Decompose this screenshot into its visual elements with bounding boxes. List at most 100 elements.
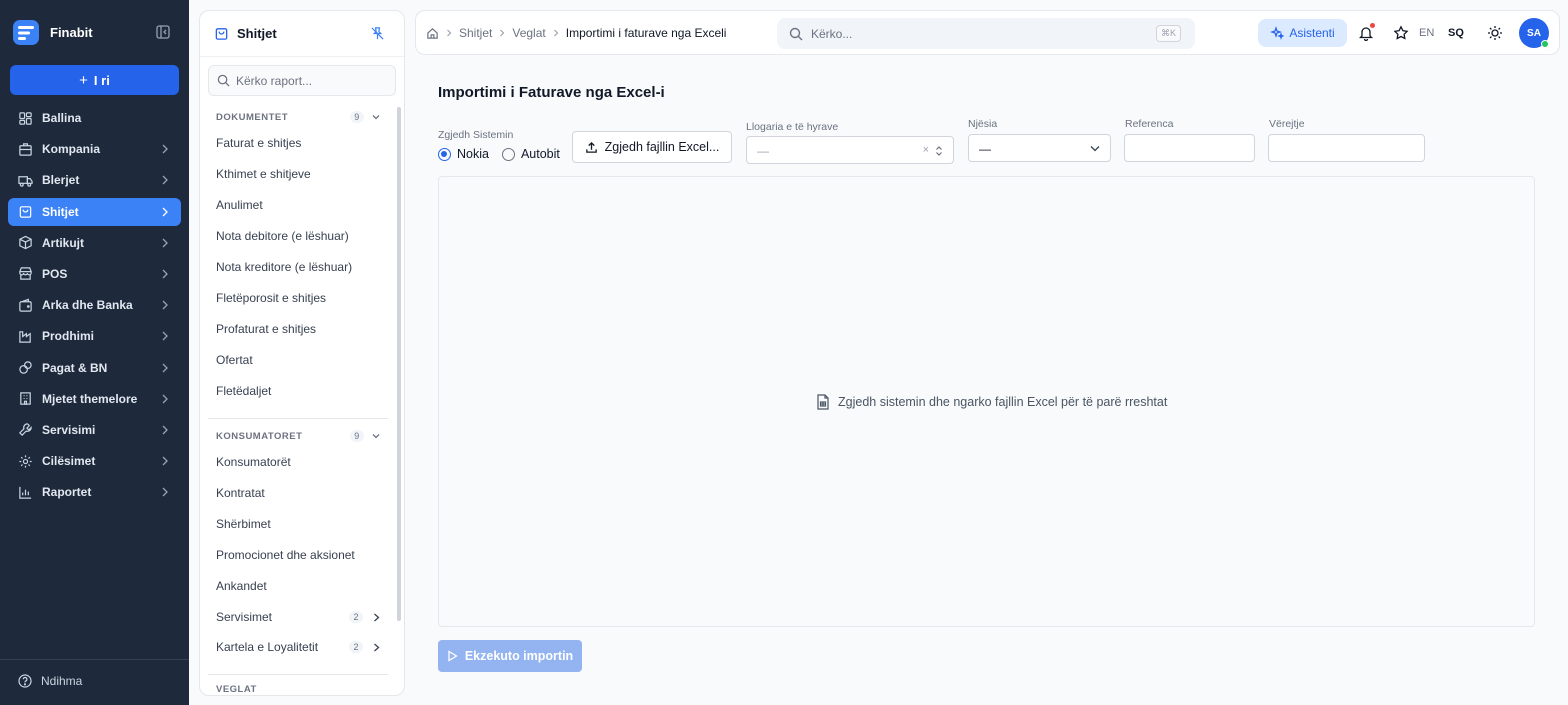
execute-import-button[interactable]: Ekzekuto importin [438,640,582,672]
section-header-veglat[interactable]: VEGLAT [216,684,380,695]
report-item-expandable[interactable]: Kartela e Loyalitetit 2 [216,640,380,654]
sidebar-item-label: Raportet [42,485,92,500]
report-item-label: Faturat e shitjes [216,136,302,150]
report-item[interactable]: Nota kreditore (e lëshuar) [216,260,380,274]
item-count-badge: 2 [349,641,363,653]
report-item[interactable]: Kontratat [216,486,380,500]
system-radio-group: Nokia Autobit [438,147,573,161]
shopping-bag-icon [19,206,32,218]
sidebar-item-label: Kompania [42,142,101,157]
sidebar-item-pagat-bn[interactable]: Pagat & BN [8,354,181,382]
report-item[interactable]: Promocionet dhe aksionet [216,548,380,562]
report-item-label: Promocionet dhe aksionet [216,548,355,562]
lang-sq-button[interactable]: SQ [1448,27,1464,39]
empty-state-text: Zgjedh sistemin dhe ngarko fajllin Excel… [838,395,1168,409]
report-item[interactable]: Fletëdaljet [216,384,380,398]
help-link[interactable]: Ndihma [18,674,82,688]
upload-excel-button[interactable]: Zgjedh fajllin Excel... [572,131,732,163]
account-select[interactable]: — × [746,136,954,164]
section-header-dokumentet[interactable]: DOKUMENTET 9 [216,111,380,123]
panel-header: Shitjet [200,11,404,57]
sidebar-item-pos[interactable]: POS [8,260,181,288]
report-item[interactable]: Konsumatorët [216,455,380,469]
panel-scrollbar[interactable] [397,107,401,621]
report-item[interactable]: Nota debitore (e lëshuar) [216,229,380,243]
dashboard-icon [19,111,32,125]
sidebar-item-prodhimi[interactable]: Prodhimi [8,322,181,350]
unpin-icon[interactable] [370,26,385,41]
section-count-badge: 9 [350,430,364,442]
report-item-label: Ofertat [216,353,253,367]
sidebar-item-cilesimet[interactable]: Cilësimet [8,447,181,475]
breadcrumb-item[interactable]: Shitjet [459,26,492,40]
wrench-icon [19,423,32,437]
plus-icon: + [79,71,88,89]
lang-en-button[interactable]: EN [1419,27,1434,39]
sidebar-item-kompania[interactable]: Kompania [8,135,181,163]
report-item[interactable]: Fletëporosit e shitjes [216,291,380,305]
radio-nokia[interactable]: Nokia [438,147,489,161]
report-search-input[interactable] [236,73,386,88]
global-search-input[interactable] [811,26,1141,41]
report-item[interactable]: Anulimet [216,198,380,212]
chevron-down-icon [1090,146,1100,152]
note-input[interactable] [1268,134,1425,162]
sidebar-item-label: Artikujt [42,235,84,250]
chevron-right-icon [500,29,505,37]
account-value: — [757,144,769,158]
upload-icon [585,141,597,153]
home-icon[interactable] [426,27,439,40]
chevron-right-icon [374,643,380,651]
sidebar-item-raportet[interactable]: Raportet [8,478,181,506]
new-button-label: I ri [93,72,110,88]
report-item[interactable]: Shërbimet [216,517,380,531]
report-item[interactable]: Profaturat e shitjes [216,322,380,336]
radio-button-selected[interactable] [438,147,451,161]
report-item[interactable]: Kthimet e shitjeve [216,167,380,181]
unit-value: — [979,142,991,156]
sidebar-item-arka-dhe-banka[interactable]: Arka dhe Banka [8,291,181,319]
section-header-konsumatoret[interactable]: KONSUMATORET 9 [216,430,380,442]
chevron-right-icon [162,207,168,217]
unit-select[interactable]: — [968,134,1111,162]
item-count-badge: 2 [349,611,363,623]
sidebar-item-label: Servisimi [42,422,96,437]
chevron-right-icon [162,363,168,372]
report-item-label: Anulimet [216,198,263,212]
gear-icon [19,454,32,468]
sidebar-item-artikujt[interactable]: Artikujt [8,229,181,257]
search-icon [217,74,230,87]
brand[interactable]: Finabit [12,17,93,47]
sidebar-item-label: POS [42,266,68,281]
report-item-label: Nota debitore (e lëshuar) [216,229,349,243]
chevron-right-icon [553,29,559,37]
chevron-right-icon [162,269,168,279]
radio-button[interactable] [501,147,515,161]
clear-icon[interactable]: × [923,144,929,156]
breadcrumb-current: Importimi i faturave nga Exceli [565,26,727,40]
sidebar-item-shitjet[interactable]: Shitjet [8,197,181,226]
new-button[interactable]: + I ri [10,65,179,95]
sun-icon[interactable] [1487,25,1503,41]
assistant-button[interactable]: Asistenti [1258,19,1347,47]
report-item[interactable]: Faturat e shitjes [216,136,380,150]
store-icon [19,267,32,281]
report-item-expandable[interactable]: Servisimet 2 [216,610,380,624]
panel-title: Shitjet [237,26,277,41]
report-item[interactable]: Ofertat [216,353,380,367]
report-item-label: Ankandet [216,579,267,593]
sidebar-item-servisimi[interactable]: Servisimi [8,416,181,444]
sidebar-item-blerjet[interactable]: Blerjet [8,166,181,194]
global-search[interactable]: ⌘K [777,18,1195,49]
sidebar-collapse-icon[interactable] [156,25,170,39]
reference-input[interactable] [1124,134,1255,162]
sidebar-item-ballina[interactable]: Ballina [8,104,181,132]
breadcrumb-item[interactable]: Veglat [512,26,545,40]
section-divider [208,674,388,675]
top-bar: Shitjet Veglat Importimi i faturave nga … [415,10,1560,55]
sidebar-item-mjetet-themelore[interactable]: Mjetet themelore [8,385,181,413]
star-icon[interactable] [1393,25,1409,41]
report-search[interactable] [208,65,396,96]
radio-autobit[interactable]: Autobit [501,147,560,161]
report-item[interactable]: Ankandet [216,579,380,593]
